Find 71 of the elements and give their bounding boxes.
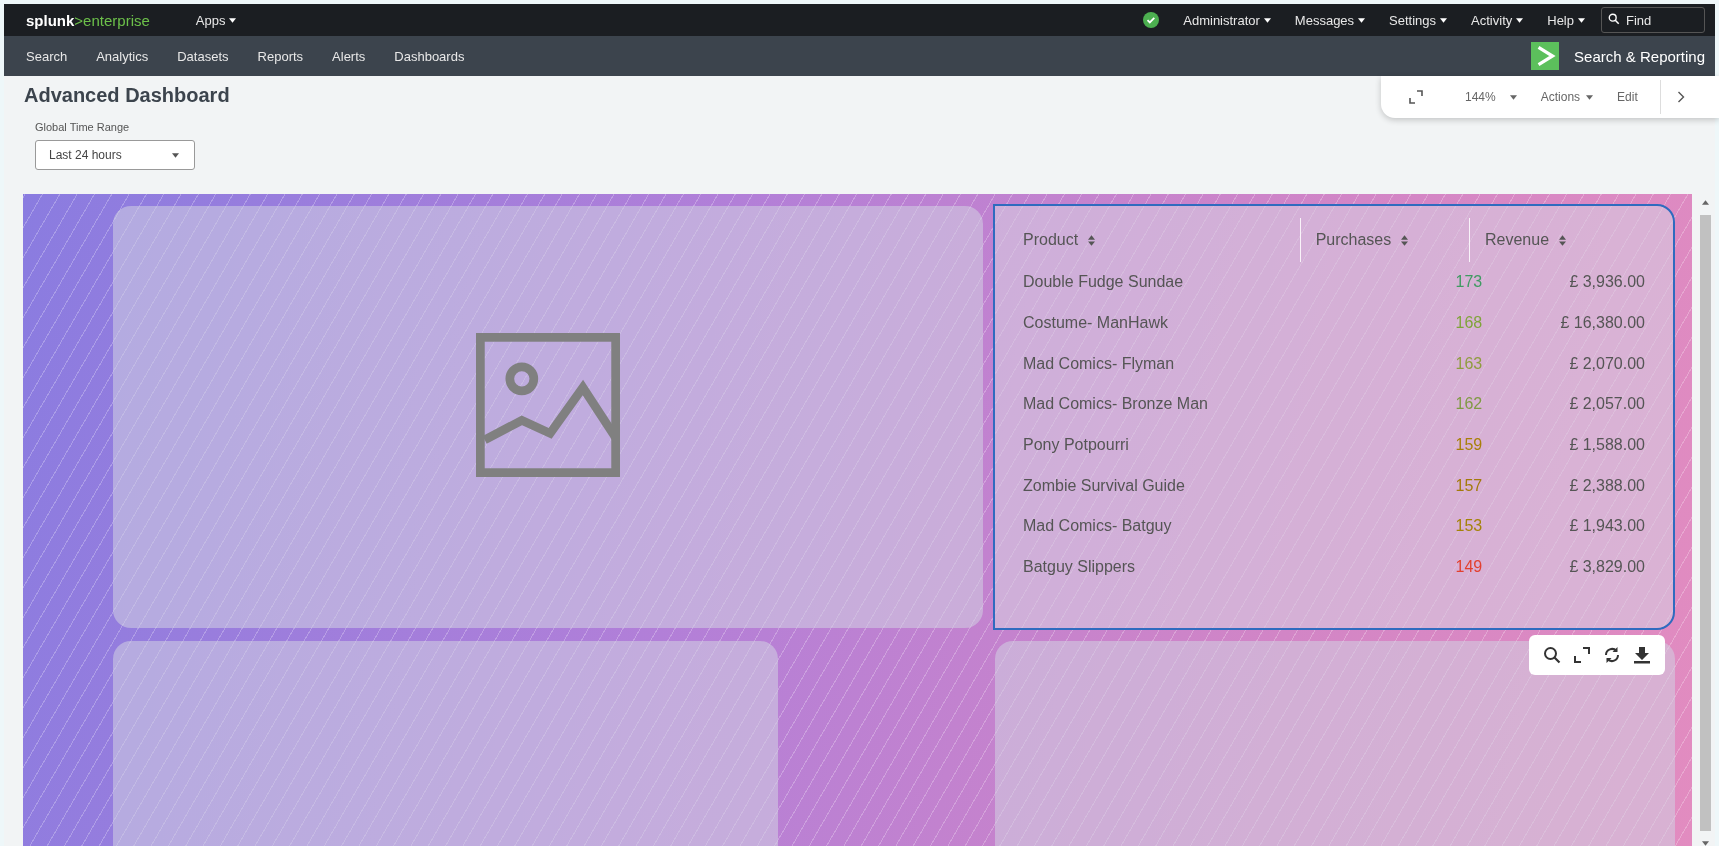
caret-icon [229,17,237,23]
time-range-dropdown[interactable]: Last 24 hours [35,140,195,170]
table-cell-text: 149 [1454,558,1483,577]
nav-link[interactable]: Dashboards [394,48,465,64]
arrow-down-icon[interactable] [1701,841,1709,846]
table-cell-text: £ 3,936.00 [1568,273,1645,292]
column-header[interactable]: Product [1023,231,1300,249]
top-menu[interactable]: Help [1535,12,1597,28]
app-name[interactable]: Search & Reporting [1574,47,1705,65]
app-icon[interactable] [1531,42,1560,70]
table-cell-text: 173 [1454,273,1483,292]
top-menu[interactable]: Activity [1459,12,1536,28]
nav-link[interactable]: Reports [257,48,304,64]
nav-link[interactable]: Datasets [177,48,229,64]
edit-button[interactable]: Edit [1605,90,1650,104]
actions-menu[interactable]: Actions [1528,90,1606,104]
table-cell-text: 163 [1454,354,1483,373]
dashboard-title: Advanced Dashboard [24,84,230,107]
caret-icon [1586,94,1594,100]
table-cell-text: Mad Comics- Batguy [1023,517,1173,536]
expand-icon[interactable] [1573,646,1591,664]
table-cell-text: £ 2,070.00 [1568,354,1645,373]
check-circle-icon [1143,12,1160,28]
caret-icon [172,152,179,158]
table-cell-text: £ 3,829.00 [1568,558,1645,577]
caret-icon [1263,17,1271,23]
table-cell-text: Pony Potpourri [1023,436,1130,455]
table-cell-text: Mad Comics- Bronze Man [1023,395,1209,414]
table-cell-text: 168 [1454,314,1483,333]
download-icon[interactable] [1633,646,1651,664]
table-cell-text: Batguy Slippers [1023,558,1137,577]
table-cell-text: £ 2,057.00 [1568,395,1645,414]
table-cell-text: Zombie Survival Guide [1023,476,1186,495]
table-cell-text: £ 1,588.00 [1568,436,1645,455]
top-menu[interactable]: Administrator [1171,12,1283,28]
sort-icon [1559,234,1567,246]
nav-link[interactable]: Alerts [332,48,366,64]
caret-icon [1358,17,1366,23]
refresh-icon[interactable] [1603,646,1621,664]
table-cell-text: Costume- ManHawk [1023,314,1169,333]
search-icon[interactable] [1543,646,1561,664]
table-cell-text: Mad Comics- Flyman [1023,354,1176,373]
table-cell-text: Double Fudge Sundae [1023,273,1185,292]
nav-link[interactable]: Search [26,48,68,64]
search-field[interactable]: Find [1601,7,1705,33]
sort-icon [1088,234,1096,246]
column-header[interactable]: Revenue [1485,231,1645,249]
caret-icon [1509,94,1517,100]
chevron-right-icon[interactable] [1676,91,1685,103]
arrow-up-icon[interactable] [1701,200,1709,205]
zoom-dropdown[interactable]: 144% [1453,90,1529,104]
nav-link[interactable]: Analytics [96,48,149,64]
table-cell-text: 157 [1454,476,1483,495]
table-cell-text: 162 [1454,395,1483,414]
top-menu[interactable]: Settings [1377,12,1460,28]
table-cell-text: 153 [1454,517,1483,536]
table-cell-text: £ 16,380.00 [1559,314,1645,333]
time-range-label: Global Time Range [35,121,131,133]
caret-icon [1516,17,1524,23]
table-cell-text: £ 2,388.00 [1568,476,1645,495]
apps-menu[interactable]: Apps [183,12,249,28]
search-icon [1608,13,1620,25]
image-icon [476,333,620,477]
top-menu[interactable]: Messages [1282,12,1378,28]
splunk-logo[interactable]: splunk>enterprise [26,11,150,29]
column-header[interactable]: Purchases [1315,231,1470,249]
table-cell-text: 159 [1454,436,1483,455]
sort-icon [1401,234,1409,246]
caret-icon [1440,17,1448,23]
caret-icon [1578,17,1585,23]
table-cell-text: £ 1,943.00 [1568,517,1645,536]
